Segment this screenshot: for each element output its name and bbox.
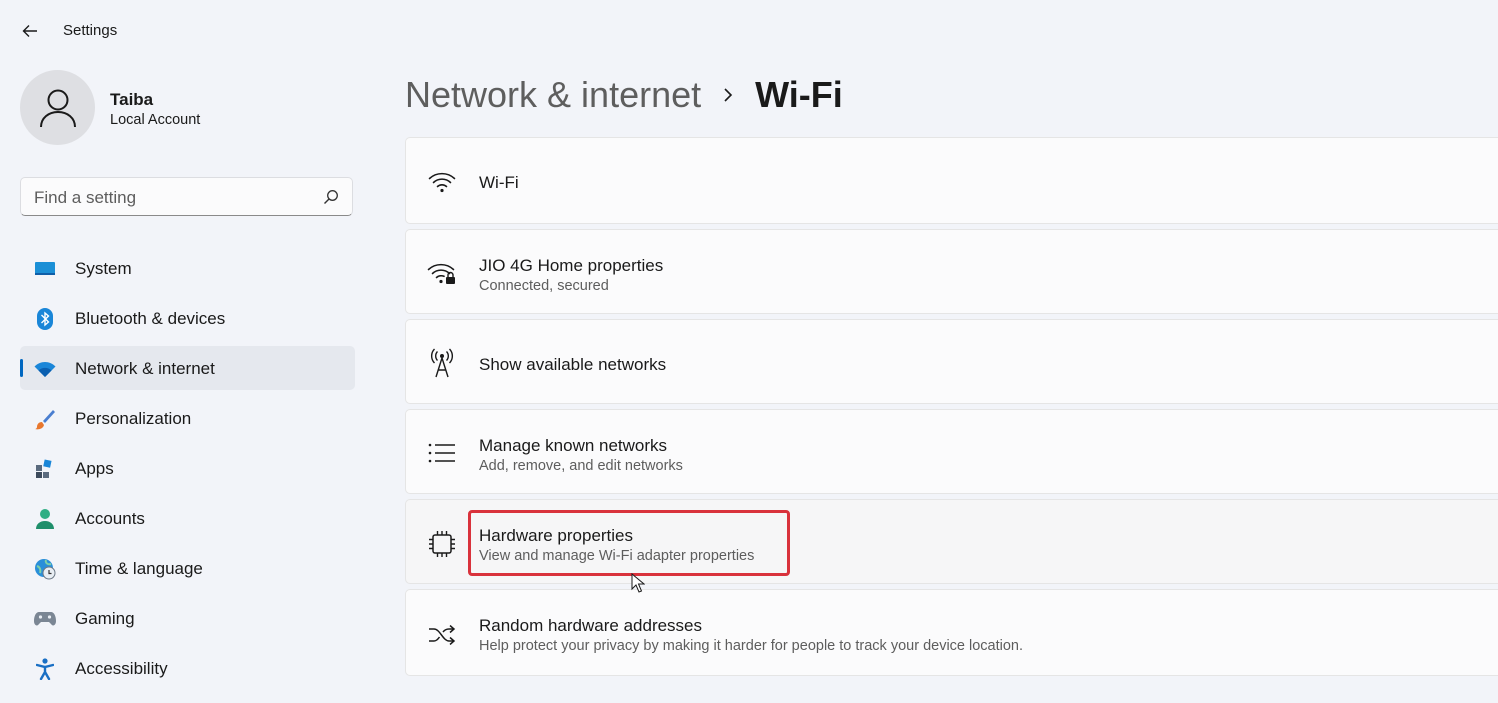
sidebar-item-label: Accessibility: [75, 659, 168, 678]
card-title: Random hardware addresses: [479, 616, 703, 635]
bluetooth-icon: [34, 308, 56, 330]
sidebar-item-label: Gaming: [75, 609, 135, 628]
user-name: Taiba: [110, 90, 154, 109]
card-wifi[interactable]: Wi-Fi: [405, 137, 1498, 224]
card-title: Manage known networks: [479, 436, 668, 455]
card-subtitle: Connected, secured: [479, 278, 609, 294]
back-button[interactable]: [18, 20, 42, 42]
sidebar-item-accessibility[interactable]: Accessibility: [20, 646, 355, 690]
antenna-icon: [426, 347, 458, 379]
sidebar-item-label: Bluetooth & devices: [75, 309, 226, 328]
account-type: Local Account: [110, 112, 201, 128]
sidebar-item-label: Apps: [75, 459, 114, 478]
app-title: Settings: [63, 22, 118, 39]
search-input[interactable]: Find a setting: [20, 177, 353, 216]
settings-cards: Wi-Fi JIO 4G Home properties Connected, …: [405, 137, 1498, 681]
card-subtitle: Add, remove, and edit networks: [479, 458, 683, 474]
system-icon: [34, 258, 56, 280]
sidebar-item-label: Time & language: [75, 559, 203, 578]
gamepad-icon: [34, 608, 56, 630]
search-icon[interactable]: [323, 189, 339, 205]
card-subtitle: View and manage Wi-Fi adapter properties: [479, 548, 755, 564]
accessibility-icon: [34, 658, 56, 680]
sidebar-nav: System Bluetooth & devices Network & int…: [20, 246, 355, 696]
sidebar-item-accounts[interactable]: Accounts: [20, 496, 355, 540]
list-icon: [426, 437, 458, 469]
globe-clock-icon: [34, 558, 56, 580]
card-hardware-properties[interactable]: Hardware properties View and manage Wi-F…: [405, 499, 1498, 584]
sidebar-item-personalization[interactable]: Personalization: [20, 396, 355, 440]
avatar: [20, 70, 95, 145]
chevron-right-icon: [723, 85, 737, 105]
active-indicator: [20, 359, 23, 377]
sidebar-item-apps[interactable]: Apps: [20, 446, 355, 490]
card-manage-known-networks[interactable]: Manage known networks Add, remove, and e…: [405, 409, 1498, 494]
breadcrumb: Network & internet Wi-Fi: [405, 70, 843, 120]
sidebar-item-label: Network & internet: [75, 359, 215, 378]
card-title: Show available networks: [479, 355, 667, 374]
card-title: JIO 4G Home properties: [479, 256, 664, 275]
chip-icon: [426, 528, 458, 560]
sidebar-item-system[interactable]: System: [20, 246, 355, 290]
breadcrumb-parent-link[interactable]: Network & internet: [405, 74, 701, 116]
card-subtitle: Help protect your privacy by making it h…: [479, 638, 1024, 654]
accounts-icon: [34, 508, 56, 530]
sidebar-item-network[interactable]: Network & internet: [20, 346, 355, 390]
apps-icon: [34, 458, 56, 480]
card-title: Wi-Fi: [479, 173, 519, 192]
sidebar-item-label: System: [75, 259, 132, 278]
user-profile[interactable]: Taiba Local Account: [20, 70, 360, 146]
sidebar-item-label: Accounts: [75, 509, 145, 528]
brush-icon: [34, 408, 56, 430]
shuffle-icon: [426, 619, 458, 651]
sidebar-item-label: Personalization: [75, 409, 192, 428]
title-bar: Settings: [0, 0, 600, 60]
sidebar-item-gaming[interactable]: Gaming: [20, 596, 355, 640]
wifi-icon: [426, 166, 458, 198]
person-icon: [39, 89, 76, 127]
page-title: Wi-Fi: [755, 74, 843, 115]
sidebar-item-bluetooth[interactable]: Bluetooth & devices: [20, 296, 355, 340]
search-placeholder: Find a setting: [34, 188, 137, 207]
card-title: Hardware properties: [479, 526, 634, 545]
wifi-icon: [34, 358, 56, 380]
sidebar-item-time-language[interactable]: Time & language: [20, 546, 355, 590]
card-network-properties[interactable]: JIO 4G Home properties Connected, secure…: [405, 229, 1498, 314]
card-show-available-networks[interactable]: Show available networks: [405, 319, 1498, 404]
wifi-lock-icon: [426, 258, 458, 290]
back-arrow-icon: [22, 25, 37, 37]
card-random-hardware-addresses[interactable]: Random hardware addresses Help protect y…: [405, 589, 1498, 676]
